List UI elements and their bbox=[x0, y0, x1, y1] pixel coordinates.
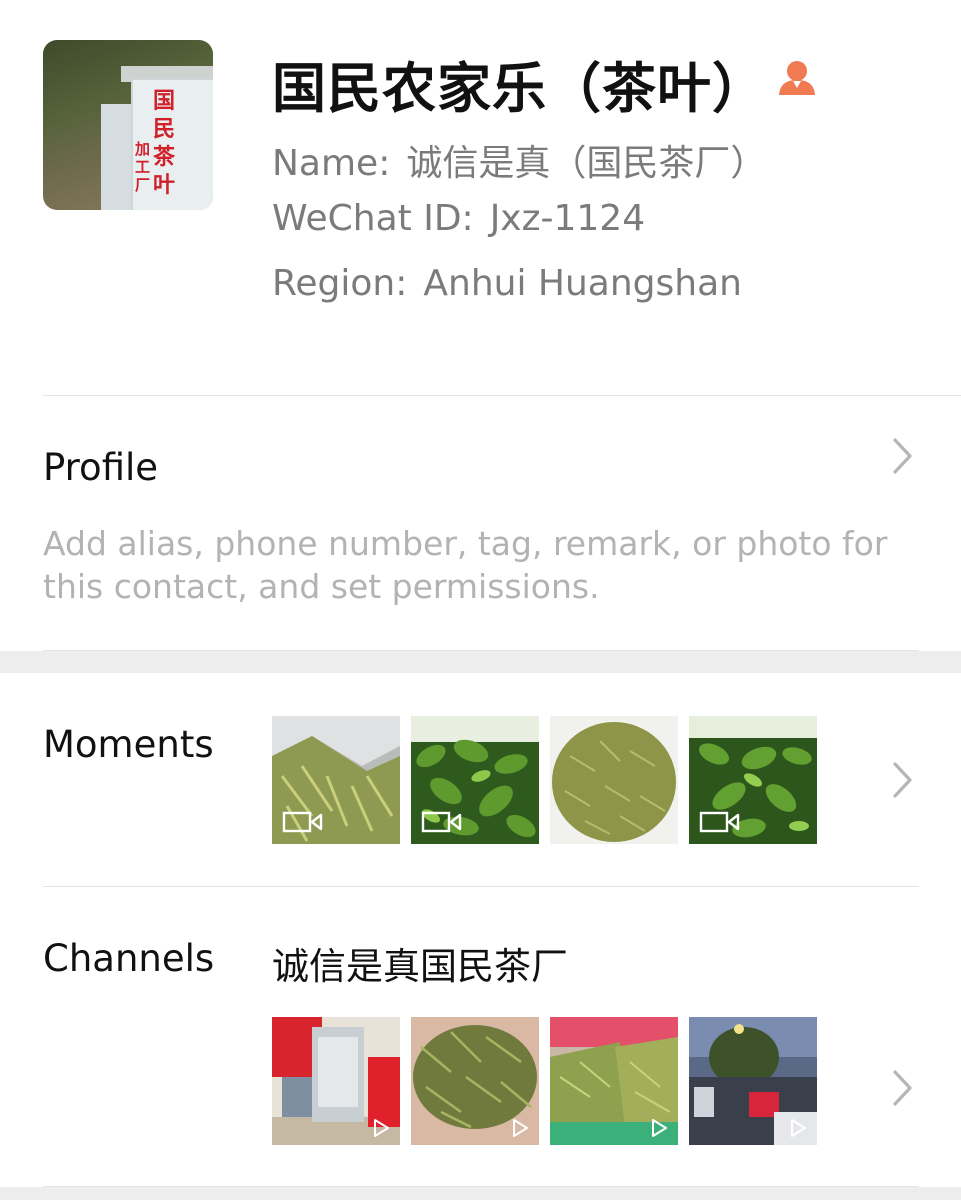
wechat-id-label: WeChat ID: bbox=[272, 198, 474, 239]
play-icon bbox=[374, 1119, 389, 1137]
profile-description: Add alias, phone number, tag, remark, or… bbox=[43, 524, 888, 606]
channels-label: Channels bbox=[43, 937, 215, 980]
play-icon bbox=[652, 1119, 667, 1137]
avatar-sign-subtext: 加工厂 bbox=[135, 140, 151, 194]
contact-avatar[interactable]: 国民茶叶 加工厂 bbox=[43, 40, 213, 210]
moments-thumb-2[interactable] bbox=[411, 716, 539, 844]
section-gap bbox=[0, 651, 961, 673]
channels-thumb-2[interactable] bbox=[411, 1017, 539, 1145]
video-camera-icon bbox=[282, 811, 323, 833]
moments-label: Moments bbox=[43, 723, 214, 766]
video-camera-icon bbox=[699, 811, 740, 833]
channel-name: 诚信是真国民茶厂 bbox=[272, 945, 568, 988]
chevron-right-icon bbox=[893, 438, 912, 474]
moments-thumb-3[interactable] bbox=[550, 716, 678, 844]
region-row: Region: Anhui Huangshan bbox=[272, 263, 742, 304]
chevron-right-icon bbox=[893, 1070, 912, 1106]
channels-thumb-1[interactable] bbox=[272, 1017, 400, 1145]
tea-image bbox=[550, 716, 678, 844]
chevron-right-icon bbox=[893, 762, 912, 798]
person-icon bbox=[779, 61, 815, 95]
region-label: Region: bbox=[272, 263, 408, 304]
name-label: Name: bbox=[272, 143, 391, 184]
channels-thumb-3[interactable] bbox=[550, 1017, 678, 1145]
moments-thumb-1[interactable] bbox=[272, 716, 400, 844]
profile-label: Profile bbox=[43, 446, 159, 489]
channels-thumb-4[interactable] bbox=[689, 1017, 817, 1145]
moments-thumb-4[interactable] bbox=[689, 716, 817, 844]
contact-display-name: 国民农家乐（茶叶） bbox=[272, 57, 767, 120]
video-camera-icon bbox=[421, 811, 462, 833]
name-value: 诚信是真（国民茶厂） bbox=[406, 143, 767, 184]
avatar-sign-text: 国民茶叶 bbox=[153, 89, 176, 198]
wechat-id-value[interactable]: Jxz-1124 bbox=[490, 198, 645, 239]
region-value: Anhui Huangshan bbox=[423, 263, 742, 304]
wechat-id-row: WeChat ID: Jxz-1124 bbox=[272, 198, 645, 239]
section-gap bbox=[0, 1187, 961, 1200]
play-icon bbox=[791, 1119, 806, 1137]
name-row: Name: 诚信是真（国民茶厂） bbox=[272, 134, 766, 186]
play-icon bbox=[513, 1119, 528, 1137]
